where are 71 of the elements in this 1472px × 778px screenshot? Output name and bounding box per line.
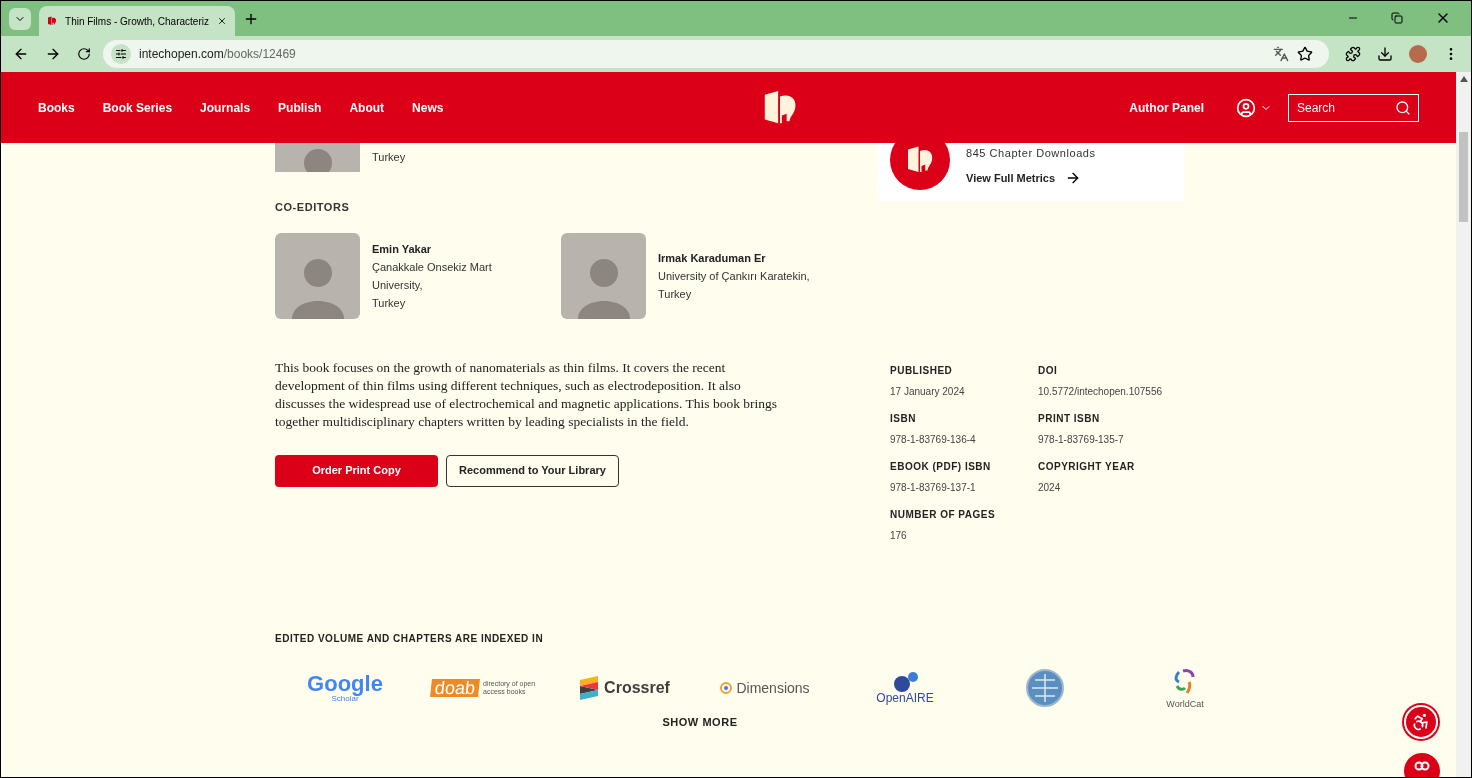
scrollbar-thumb[interactable] [1459,132,1468,222]
restore-icon[interactable] [1391,12,1403,24]
forward-icon[interactable] [45,46,61,62]
order-button[interactable]: Order Print Copy [275,454,438,487]
detail-label: DOI [1038,364,1059,378]
new-tab-icon[interactable] [243,11,259,27]
detail-label: ISBN [890,412,917,426]
bookmark-star-icon[interactable] [1297,46,1313,62]
detail-value: 176 [890,529,908,543]
detail-value: 17 January 2024 [890,385,966,399]
coeditor-name[interactable]: Irmak Karaduman Er [658,248,810,267]
nav-link[interactable]: Books [38,98,75,117]
indexed-heading: EDITED VOLUME AND CHAPTERS ARE INDEXED IN [275,632,545,646]
detail-label: EBOOK (PDF) ISBN [890,460,992,474]
browser-tab[interactable]: Thin Films - Growth, Characteriz [39,6,235,36]
coeditor-affiliation: University, [372,277,424,293]
author-panel-link[interactable]: Author Panel [1129,98,1204,117]
account-icon[interactable] [1236,97,1256,118]
nav-link[interactable]: Journals [200,98,251,117]
search-field[interactable]: Search [1288,93,1419,122]
tab-search-button[interactable] [9,8,31,30]
extensions-icon[interactable] [1345,46,1361,62]
worldcat-logo: WorldCat [1166,667,1204,709]
coeditor-affiliation: Turkey [658,286,693,302]
dimensions-logo: Dimensions [720,677,810,699]
google-scholar-logo: Google Scholar [307,673,383,703]
detail-label: NUMBER OF PAGES [890,508,997,522]
nav-link[interactable]: Book Series [102,98,173,117]
tab-title: Thin Films - Growth, Characteriz [65,14,209,29]
profile-avatar[interactable] [1409,45,1427,63]
scrollbar[interactable] [1456,72,1471,777]
accessibility-icon [1411,712,1431,732]
detail-label: COPYRIGHT YEAR [1038,460,1136,474]
recommend-button[interactable]: Recommend to Your Library [446,454,619,487]
detail-label: PUBLISHED [890,364,954,378]
editor-country: Turkey [372,150,406,165]
coeditors-heading: CO-EDITORS [275,200,351,215]
coeditor-affiliation: Turkey [372,295,407,311]
detail-value: 978-1-83769-136-4 [890,433,977,447]
nav-link[interactable]: About [349,98,385,117]
downloads-count: 845 Chapter Downloads [966,146,1096,161]
coeditor-affiliation: University of Çankırı Karatekin, [658,268,810,284]
detail-value: 2024 [1038,481,1062,495]
detail-value: 978-1-83769-135-7 [1038,433,1125,447]
book-description: This book focuses on the growth of nanomaterials as thin films. It covers the recent development of thin films using different techniques, such as electrodeposition. It also discusses the widespread use of electrochemical and magnetic applications. This book brings together multidisciplinary chapters written by leading specialists in the field. [275,358,779,431]
url-text: intechopen.com/books/12469 [139,46,296,63]
coeditor-affiliation: Çanakkale Onsekiz Mart [372,259,492,275]
nav-link[interactable]: News [412,98,444,117]
close-tab-icon[interactable] [216,15,227,27]
detail-value: 10.5772/intechopen.107556 [1038,385,1163,399]
site-settings-icon[interactable] [115,48,127,60]
detail-label: PRINT ISBN [1038,412,1101,426]
back-icon[interactable] [13,46,29,62]
search-icon[interactable] [1395,99,1411,116]
nav-link[interactable]: Publish [278,98,322,117]
globe-logo-icon [1026,669,1064,707]
site-favicon-icon [47,15,58,27]
scroll-up-icon[interactable] [1459,76,1468,82]
accessibility-button[interactable] [1404,705,1438,739]
logo-icon [905,145,935,175]
address-bar[interactable]: intechopen.com/books/12469 [103,40,1329,68]
show-more-button[interactable]: SHOW MORE [662,714,738,731]
rings-icon [1414,761,1430,771]
download-icon[interactable] [1377,46,1393,62]
coeditor-name[interactable]: Emin Yakar [372,239,492,258]
detail-value: 978-1-83769-137-1 [890,481,977,495]
crossref-logo: Crossref [580,676,670,700]
view-metrics-link[interactable]: View Full Metrics [966,169,1056,186]
reload-icon[interactable] [77,47,91,61]
openaire-logo: OpenAIRE [876,672,934,704]
translate-icon[interactable] [1273,46,1289,62]
